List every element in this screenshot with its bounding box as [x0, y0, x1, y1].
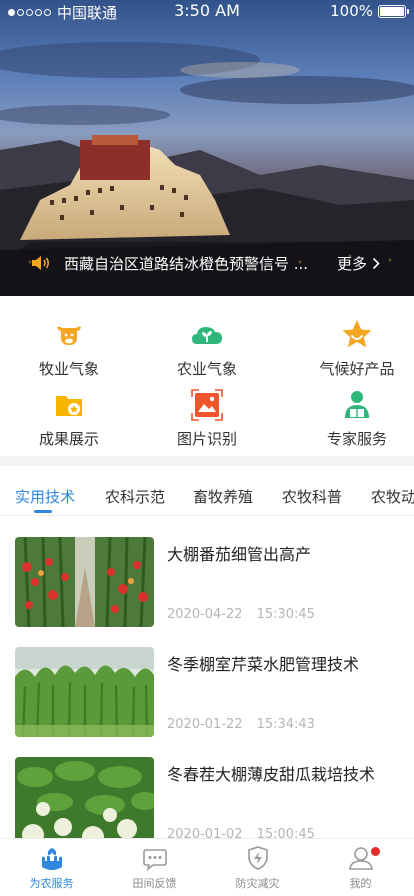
hero-banner[interactable]: 中国联通 3:50 AM 100% 西藏自治区道路结冰橙色预警信号 ... 更多 — [0, 0, 414, 296]
article-meta: 2020-04-22 15:30:45 — [167, 607, 315, 622]
service-label: 成果展示 — [38, 430, 99, 448]
tab-agri-science[interactable]: 农牧科普 — [282, 486, 342, 507]
tab-livestock[interactable]: 畜牧养殖 — [193, 486, 253, 507]
list-item[interactable]: 大棚番茄细管出高产 2020-04-22 15:30:45 — [0, 537, 414, 647]
chevron-right-icon — [372, 257, 380, 269]
article-meta: 2020-01-22 15:34:43 — [167, 717, 315, 732]
notice-more-link[interactable]: 更多 — [337, 253, 380, 274]
service-expert[interactable]: 专家服务 — [288, 388, 414, 458]
image-scan-icon — [191, 389, 223, 421]
article-date: 2020-04-22 — [167, 607, 243, 622]
expert-icon — [345, 391, 369, 418]
section-divider — [0, 456, 414, 466]
notice-text[interactable]: 西藏自治区道路结冰橙色预警信号 ... — [64, 253, 337, 274]
list-item[interactable]: 冬春茬大棚薄皮甜瓜栽培技术 2020-01-02 15:00:45 — [0, 757, 414, 838]
nav-field-feedback[interactable]: 田间反馈 — [103, 845, 206, 891]
warning-notice-bar[interactable]: 西藏自治区道路结冰橙色预警信号 ... 更多 — [16, 242, 398, 284]
cow-icon — [57, 326, 81, 345]
tab-agri-news[interactable]: 农牧动态 — [371, 486, 414, 507]
article-time: 15:30:45 — [256, 607, 315, 622]
service-climate-products[interactable]: 气候好产品 — [288, 318, 414, 388]
article-title[interactable]: 冬春茬大棚薄皮甜瓜栽培技术 — [167, 761, 375, 785]
folder-star-icon — [56, 396, 82, 416]
article-thumbnail — [15, 537, 154, 627]
nav-label: 为农服务 — [29, 877, 74, 890]
shield-bolt-icon — [247, 846, 268, 870]
bottom-navigation: 为农服务 田间反馈 防灾减灾 我的 — [0, 838, 414, 896]
tab-agri-demo[interactable]: 农科示范 — [105, 486, 165, 507]
article-thumbnail — [15, 647, 154, 737]
list-item[interactable]: 冬季棚室芹菜水肥管理技术 2020-01-22 15:34:43 — [0, 647, 414, 757]
service-image-recognition[interactable]: 图片识别 — [138, 388, 276, 458]
article-list: 大棚番茄细管出高产 2020-04-22 15:30:45 冬季棚室芹菜水肥管理技… — [0, 516, 414, 838]
chat-bubble-icon — [142, 849, 167, 871]
article-title[interactable]: 冬季棚室芹菜水肥管理技术 — [167, 651, 359, 675]
service-label: 农业气象 — [176, 360, 237, 378]
article-time: 15:00:45 — [256, 827, 315, 838]
article-date: 2020-01-02 — [167, 827, 243, 838]
speaker-icon — [32, 256, 50, 270]
nav-label: 我的 — [349, 877, 372, 890]
notice-more-label: 更多 — [336, 254, 367, 273]
user-icon — [348, 847, 373, 870]
nav-label: 田间反馈 — [132, 877, 177, 890]
article-meta: 2020-01-02 15:00:45 — [167, 827, 315, 838]
article-time: 15:34:43 — [256, 717, 315, 732]
service-label: 图片识别 — [176, 430, 237, 448]
notification-badge — [371, 847, 380, 856]
article-title[interactable]: 大棚番茄细管出高产 — [167, 541, 311, 565]
service-label: 气候好产品 — [319, 360, 395, 378]
hand-plant-icon — [41, 848, 62, 870]
sprout-cloud-icon — [192, 327, 222, 344]
battery-indicator: 100% — [330, 2, 409, 20]
article-thumbnail — [15, 757, 154, 838]
service-achievements[interactable]: 成果展示 — [0, 388, 138, 458]
nav-profile[interactable]: 我的 — [309, 845, 412, 891]
tab-practical-tech[interactable]: 实用技术 — [15, 486, 75, 507]
service-label: 牧业气象 — [38, 360, 99, 378]
nav-disaster-prevention[interactable]: 防灾减灾 — [206, 845, 309, 891]
battery-percent: 100% — [330, 2, 373, 20]
service-grid: 牧业气象 农业气象 气候好产品 成果展示 图片识别 专家服务 — [0, 296, 414, 456]
active-tab-indicator — [34, 510, 52, 513]
category-tabs: 实用技术 农科示范 畜牧养殖 农牧科普 农牧动态 — [0, 466, 414, 516]
service-label: 专家服务 — [326, 430, 387, 448]
service-livestock-weather[interactable]: 牧业气象 — [0, 318, 138, 388]
status-bar: 中国联通 3:50 AM 100% — [0, 0, 414, 22]
battery-icon — [378, 4, 409, 18]
article-date: 2020-01-22 — [167, 717, 243, 732]
nav-label: 防灾减灾 — [235, 877, 280, 890]
star-icon — [342, 320, 372, 348]
nav-farm-service[interactable]: 为农服务 — [0, 845, 103, 891]
service-agri-weather[interactable]: 农业气象 — [138, 318, 276, 388]
